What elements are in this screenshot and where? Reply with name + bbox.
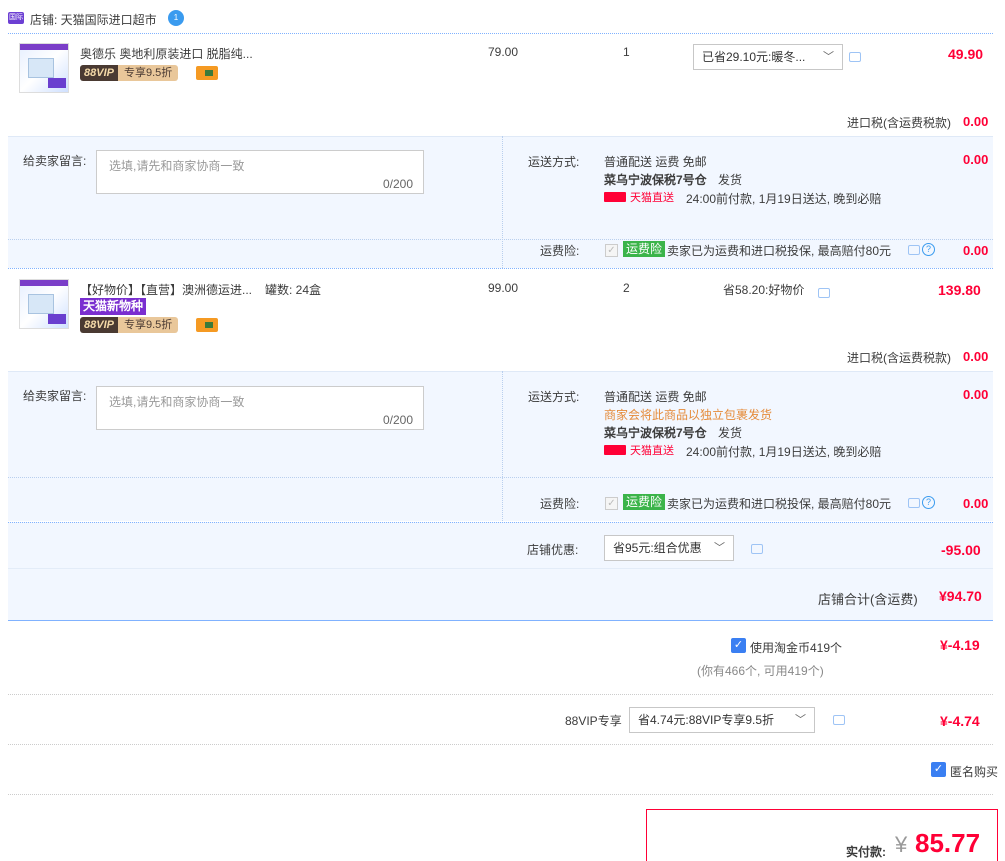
payment-amount: 85.77: [915, 828, 981, 858]
vip-label: 88VIP专享: [565, 714, 622, 728]
import-tax-value: 0.00: [963, 349, 989, 364]
insurance-value: 0.00: [963, 496, 989, 511]
seller-note-label: 给卖家留言:: [23, 154, 87, 168]
seller-note-input[interactable]: 选填,请先和商家协商一致 0/200: [96, 386, 424, 430]
warehouse-suffix: 发货: [718, 426, 743, 440]
use-coins-label[interactable]: 使用淘金币419个: [750, 639, 842, 656]
help-icon[interactable]: ?: [922, 243, 935, 256]
chevron-down-icon: ﹀: [795, 714, 806, 726]
tmall-direct-logo: 天猫直送: [604, 192, 674, 204]
anonymous-label[interactable]: 匿名购买: [950, 763, 998, 780]
seller-note-label: 给卖家留言:: [23, 389, 87, 403]
unit-price: 99.00: [488, 281, 519, 295]
item-total: 139.80: [938, 282, 981, 298]
chat-icon[interactable]: [849, 52, 861, 62]
insurance-text: 卖家已为运费和进口税投保, 最高赔付80元: [667, 244, 892, 258]
tmall-intl-shop-icon: 国际: [8, 12, 24, 24]
insurance-tag: 运费险: [623, 241, 666, 257]
tmall-new-species-tag: 天猫新物种: [80, 298, 147, 315]
anonymous-checkbox[interactable]: ✓: [931, 762, 946, 777]
chat-icon[interactable]: [833, 715, 845, 725]
shipping-note: 商家会将此商品以独立包裹发货: [604, 408, 773, 422]
88vip-discount-badge: 88VIP 专享9.5折: [80, 65, 179, 81]
warehouse: 菜乌宁波保税7号仓: [604, 173, 707, 187]
product-title[interactable]: 奥德乐 奥地利原装进口 脱脂纯...: [80, 45, 253, 62]
tmall-direct-logo: 天猫直送: [604, 445, 674, 457]
currency-symbol: ¥: [895, 832, 908, 857]
delivery-promise: 24:00前付款, 1月19日送达, 晚到必赔: [686, 192, 882, 206]
help-icon[interactable]: ?: [922, 496, 935, 509]
import-tax-label: 进口税(含运费税款): [847, 351, 951, 365]
shipping-method: 普通配送 运费 免邮: [604, 155, 707, 169]
quantity: 1: [623, 45, 630, 59]
shipping-label: 运送方式:: [528, 390, 580, 404]
shipping-method: 普通配送 运费 免邮: [604, 390, 707, 404]
shipping-fee: 0.00: [963, 387, 989, 402]
88vip-discount-badge: 88VIP 专享9.5折: [80, 317, 179, 333]
unit-price: 79.00: [488, 45, 519, 59]
warehouse: 菜乌宁波保税7号仓: [604, 426, 707, 440]
shop-discount-value: -95.00: [941, 542, 981, 558]
product-spec: 罐数: 24盒: [265, 283, 322, 297]
insurance-value: 0.00: [963, 243, 989, 258]
shipping-fee: 0.00: [963, 152, 989, 167]
shop-total-label: 店铺合计(含运费): [818, 592, 918, 607]
promo-text: 省58.20:好物价: [723, 283, 805, 297]
shop-discount-row: [8, 522, 993, 568]
chat-icon[interactable]: [908, 498, 920, 508]
chevron-down-icon: ﹀: [823, 51, 834, 63]
quantity: 2: [623, 281, 630, 295]
shipping-insurance-label: 运费险:: [540, 244, 580, 258]
import-tax-label: 进口税(含运费税款): [847, 116, 951, 130]
promo-select[interactable]: 已省29.10元:暖冬... ﹀: [693, 44, 843, 70]
use-coins-checkbox[interactable]: ✓: [731, 638, 746, 653]
vip-discount-select[interactable]: 省4.74元:88VIP专享9.5折 ﹀: [629, 707, 815, 733]
product-thumbnail[interactable]: [19, 279, 69, 329]
shop-name[interactable]: 店铺: 天猫国际进口超市: [30, 11, 157, 28]
insurance-text: 卖家已为运费和进口税投保, 最高赔付80元: [667, 497, 892, 511]
chat-icon[interactable]: [751, 544, 763, 554]
wangwang-icon[interactable]: 1: [168, 10, 184, 26]
insurance-checkbox[interactable]: ✓: [605, 244, 618, 257]
seller-note-input[interactable]: 选填,请先和商家协商一致 0/200: [96, 150, 424, 194]
shop-discount-select[interactable]: 省95元:组合优惠 ﹀: [604, 535, 734, 561]
coins-value: ¥-4.19: [940, 637, 980, 653]
import-tax-value: 0.00: [963, 114, 989, 129]
chevron-down-icon: ﹀: [714, 542, 725, 554]
chat-icon[interactable]: [818, 288, 830, 298]
product-thumbnail[interactable]: [19, 43, 69, 93]
item-total: 49.90: [948, 46, 984, 62]
shipping-label: 运送方式:: [528, 155, 580, 169]
shipping-insurance-label: 运费险:: [540, 497, 580, 511]
vip-discount-value: ¥-4.74: [940, 713, 980, 729]
delivery-promise: 24:00前付款, 1月19日送达, 晚到必赔: [686, 445, 882, 459]
insurance-tag: 运费险: [623, 494, 666, 510]
credit-card-icon: [196, 318, 218, 332]
payment-label: 实付款:: [846, 845, 886, 859]
coins-hint: (你有466个, 可用419个): [697, 664, 824, 678]
credit-card-icon: [196, 66, 218, 80]
chat-icon[interactable]: [908, 245, 920, 255]
insurance-checkbox[interactable]: ✓: [605, 497, 618, 510]
shop-discount-label: 店铺优惠:: [527, 543, 579, 557]
warehouse-suffix: 发货: [718, 173, 743, 187]
shop-total-value: ¥94.70: [939, 588, 982, 604]
product-title[interactable]: 【好物价】【直营】澳洲德运进...: [80, 281, 252, 298]
